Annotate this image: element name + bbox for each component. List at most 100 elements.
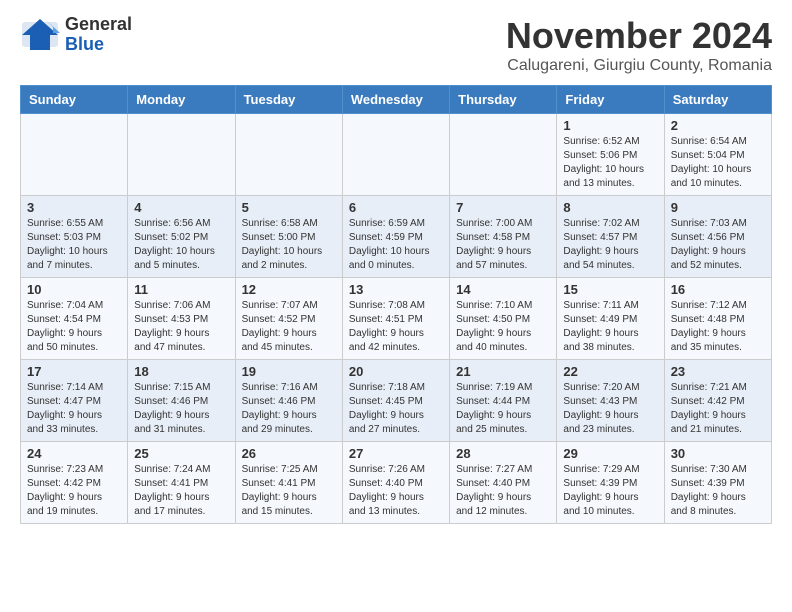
day-info: Sunrise: 7:23 AM Sunset: 4:42 PM Dayligh… [27, 463, 121, 519]
logo-icon [20, 17, 60, 52]
day-info: Sunrise: 6:56 AM Sunset: 5:02 PM Dayligh… [134, 217, 228, 273]
calendar-cell: 3 Sunrise: 6:55 AM Sunset: 5:03 PM Daylig… [21, 196, 128, 278]
calendar-cell: 9 Sunrise: 7:03 AM Sunset: 4:56 PM Daylig… [664, 196, 771, 278]
calendar-cell: 21 Sunrise: 7:19 AM Sunset: 4:44 PM Dayli… [450, 360, 557, 442]
day-info: Sunrise: 7:24 AM Sunset: 4:41 PM Dayligh… [134, 463, 228, 519]
logo-line1: General [65, 15, 132, 35]
weekday-header: Monday [128, 86, 235, 114]
page: General Blue November 2024 Calugareni, G… [0, 0, 792, 539]
logo: General Blue [20, 15, 132, 55]
day-info: Sunrise: 7:16 AM Sunset: 4:46 PM Dayligh… [242, 381, 336, 437]
calendar-week: 10 Sunrise: 7:04 AM Sunset: 4:54 PM Dayli… [21, 278, 772, 360]
day-number: 29 [563, 446, 657, 461]
calendar-cell: 8 Sunrise: 7:02 AM Sunset: 4:57 PM Daylig… [557, 196, 664, 278]
calendar-cell [128, 114, 235, 196]
day-info: Sunrise: 7:04 AM Sunset: 4:54 PM Dayligh… [27, 299, 121, 355]
calendar-cell: 10 Sunrise: 7:04 AM Sunset: 4:54 PM Dayli… [21, 278, 128, 360]
month-title: November 2024 [506, 15, 772, 57]
weekday-header: Saturday [664, 86, 771, 114]
day-info: Sunrise: 7:19 AM Sunset: 4:44 PM Dayligh… [456, 381, 550, 437]
calendar-cell [235, 114, 342, 196]
calendar-cell: 19 Sunrise: 7:16 AM Sunset: 4:46 PM Dayli… [235, 360, 342, 442]
day-info: Sunrise: 7:26 AM Sunset: 4:40 PM Dayligh… [349, 463, 443, 519]
day-number: 9 [671, 200, 765, 215]
weekday-header: Thursday [450, 86, 557, 114]
weekday-header: Sunday [21, 86, 128, 114]
day-number: 8 [563, 200, 657, 215]
day-number: 24 [27, 446, 121, 461]
day-info: Sunrise: 7:12 AM Sunset: 4:48 PM Dayligh… [671, 299, 765, 355]
day-info: Sunrise: 7:03 AM Sunset: 4:56 PM Dayligh… [671, 217, 765, 273]
calendar-cell: 26 Sunrise: 7:25 AM Sunset: 4:41 PM Dayli… [235, 442, 342, 524]
day-info: Sunrise: 7:21 AM Sunset: 4:42 PM Dayligh… [671, 381, 765, 437]
day-info: Sunrise: 7:25 AM Sunset: 4:41 PM Dayligh… [242, 463, 336, 519]
day-info: Sunrise: 7:06 AM Sunset: 4:53 PM Dayligh… [134, 299, 228, 355]
day-number: 12 [242, 282, 336, 297]
logo-line2: Blue [65, 35, 132, 55]
day-number: 1 [563, 118, 657, 133]
calendar-cell: 17Sunrise: 7:14 AM Sunset: 4:47 PM Dayli… [21, 360, 128, 442]
calendar-cell: 23 Sunrise: 7:21 AM Sunset: 4:42 PM Dayli… [664, 360, 771, 442]
weekday-header: Tuesday [235, 86, 342, 114]
day-number: 22 [563, 364, 657, 379]
calendar-week: 3 Sunrise: 6:55 AM Sunset: 5:03 PM Daylig… [21, 196, 772, 278]
day-info: Sunrise: 7:08 AM Sunset: 4:51 PM Dayligh… [349, 299, 443, 355]
calendar-cell [21, 114, 128, 196]
calendar-cell: 13 Sunrise: 7:08 AM Sunset: 4:51 PM Dayli… [342, 278, 449, 360]
calendar-cell: 6Sunrise: 6:59 AM Sunset: 4:59 PM Daylig… [342, 196, 449, 278]
calendar-cell: 5Sunrise: 6:58 AM Sunset: 5:00 PM Daylig… [235, 196, 342, 278]
day-number: 11 [134, 282, 228, 297]
day-number: 26 [242, 446, 336, 461]
day-number: 30 [671, 446, 765, 461]
weekday-header: Wednesday [342, 86, 449, 114]
calendar-cell: 16 Sunrise: 7:12 AM Sunset: 4:48 PM Dayli… [664, 278, 771, 360]
day-number: 4 [134, 200, 228, 215]
title-section: November 2024 Calugareni, Giurgiu County… [506, 15, 772, 75]
calendar-cell: 7 Sunrise: 7:00 AM Sunset: 4:58 PM Daylig… [450, 196, 557, 278]
calendar-cell: 11 Sunrise: 7:06 AM Sunset: 4:53 PM Dayli… [128, 278, 235, 360]
day-info: Sunrise: 7:27 AM Sunset: 4:40 PM Dayligh… [456, 463, 550, 519]
calendar-cell: 18 Sunrise: 7:15 AM Sunset: 4:46 PM Dayli… [128, 360, 235, 442]
day-number: 18 [134, 364, 228, 379]
calendar-cell: 30Sunrise: 7:30 AM Sunset: 4:39 PM Dayli… [664, 442, 771, 524]
day-number: 2 [671, 118, 765, 133]
weekday-header-row: SundayMondayTuesdayWednesdayThursdayFrid… [21, 86, 772, 114]
day-info: Sunrise: 7:02 AM Sunset: 4:57 PM Dayligh… [563, 217, 657, 273]
day-number: 5 [242, 200, 336, 215]
calendar-cell: 24 Sunrise: 7:23 AM Sunset: 4:42 PM Dayli… [21, 442, 128, 524]
calendar-cell: 29 Sunrise: 7:29 AM Sunset: 4:39 PM Dayli… [557, 442, 664, 524]
day-info: Sunrise: 7:14 AM Sunset: 4:47 PM Dayligh… [27, 381, 121, 437]
day-info: Sunrise: 6:54 AM Sunset: 5:04 PM Dayligh… [671, 135, 765, 191]
day-info: Sunrise: 7:15 AM Sunset: 4:46 PM Dayligh… [134, 381, 228, 437]
calendar-cell [342, 114, 449, 196]
day-info: Sunrise: 7:10 AM Sunset: 4:50 PM Dayligh… [456, 299, 550, 355]
calendar-week: 1 Sunrise: 6:52 AM Sunset: 5:06 PM Daylig… [21, 114, 772, 196]
day-number: 7 [456, 200, 550, 215]
day-number: 13 [349, 282, 443, 297]
day-number: 25 [134, 446, 228, 461]
calendar-cell: 22Sunrise: 7:20 AM Sunset: 4:43 PM Dayli… [557, 360, 664, 442]
day-number: 20 [349, 364, 443, 379]
day-number: 15 [563, 282, 657, 297]
day-info: Sunrise: 6:55 AM Sunset: 5:03 PM Dayligh… [27, 217, 121, 273]
day-number: 10 [27, 282, 121, 297]
day-info: Sunrise: 7:07 AM Sunset: 4:52 PM Dayligh… [242, 299, 336, 355]
day-info: Sunrise: 7:11 AM Sunset: 4:49 PM Dayligh… [563, 299, 657, 355]
calendar-cell: 2 Sunrise: 6:54 AM Sunset: 5:04 PM Daylig… [664, 114, 771, 196]
day-info: Sunrise: 6:59 AM Sunset: 4:59 PM Dayligh… [349, 217, 443, 273]
day-number: 19 [242, 364, 336, 379]
day-number: 23 [671, 364, 765, 379]
day-info: Sunrise: 7:18 AM Sunset: 4:45 PM Dayligh… [349, 381, 443, 437]
calendar-cell: 27Sunrise: 7:26 AM Sunset: 4:40 PM Dayli… [342, 442, 449, 524]
location: Calugareni, Giurgiu County, Romania [506, 57, 772, 75]
day-info: Sunrise: 7:29 AM Sunset: 4:39 PM Dayligh… [563, 463, 657, 519]
day-number: 21 [456, 364, 550, 379]
calendar-cell [450, 114, 557, 196]
calendar-cell: 1 Sunrise: 6:52 AM Sunset: 5:06 PM Daylig… [557, 114, 664, 196]
weekday-header: Friday [557, 86, 664, 114]
day-info: Sunrise: 7:00 AM Sunset: 4:58 PM Dayligh… [456, 217, 550, 273]
day-number: 3 [27, 200, 121, 215]
day-number: 16 [671, 282, 765, 297]
day-number: 14 [456, 282, 550, 297]
day-info: Sunrise: 6:52 AM Sunset: 5:06 PM Dayligh… [563, 135, 657, 191]
